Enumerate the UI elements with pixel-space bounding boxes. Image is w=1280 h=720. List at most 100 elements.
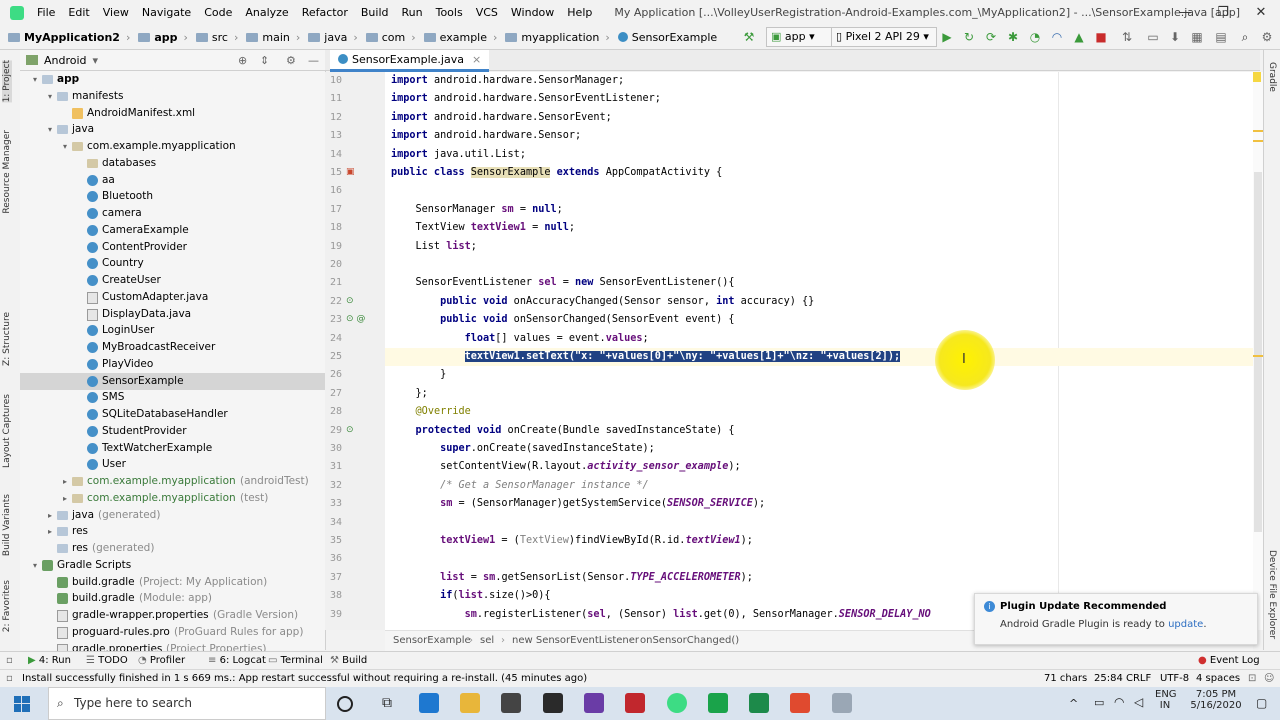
tree-item[interactable]: CreateUser	[20, 272, 325, 289]
tree-item[interactable]: SensorExample	[20, 372, 325, 390]
chevron-down-icon[interactable]: ▾	[30, 71, 40, 88]
tree-item[interactable]: aa	[20, 172, 325, 189]
code-line[interactable]: textView1 = (TextView)findViewById(R.id.…	[391, 532, 753, 550]
code-line[interactable]: List list;	[391, 238, 477, 256]
cortana-icon[interactable]	[337, 696, 353, 712]
edge-icon[interactable]	[419, 693, 439, 713]
visual-studio-icon[interactable]	[584, 693, 604, 713]
locate-icon[interactable]: ⊕	[238, 54, 247, 67]
code-line[interactable]: SensorEventListener sel = new SensorEven…	[391, 274, 735, 292]
chevron-up-icon[interactable]: ^	[1069, 697, 1078, 710]
code-line[interactable]: }	[391, 366, 446, 384]
mail-icon[interactable]	[543, 693, 563, 713]
tool-run[interactable]: ▶ 4: Run	[28, 652, 71, 670]
menu-analyze[interactable]: Analyze	[240, 0, 296, 25]
profile-icon[interactable]: ◔	[1026, 28, 1044, 46]
code-line[interactable]: textView1.setText("x: "+values[0]+"\ny: …	[391, 348, 901, 366]
stop-icon[interactable]: ■	[1092, 28, 1110, 46]
code-line[interactable]: setContentView(R.layout.activity_sensor_…	[391, 458, 741, 476]
chevron-right-icon[interactable]: ▸	[45, 507, 55, 524]
lock-icon[interactable]: ⊡	[1248, 670, 1256, 688]
code-line[interactable]: public void onAccuracyChanged(Sensor sen…	[391, 293, 814, 311]
override-icon[interactable]: ⊙	[346, 425, 354, 435]
warning-marker[interactable]	[1253, 140, 1263, 142]
status-icon[interactable]: ▫	[6, 670, 13, 688]
indent-setting[interactable]: 4 spaces	[1196, 670, 1240, 688]
rerun-icon[interactable]: ↻	[960, 28, 978, 46]
file-explorer-icon[interactable]	[460, 693, 480, 713]
breadcrumb-src[interactable]: src ›	[188, 31, 238, 44]
hide-icon[interactable]: —	[308, 54, 319, 67]
apply-changes-icon[interactable]: ⟳	[982, 28, 1000, 46]
file-encoding[interactable]: UTF-8	[1160, 670, 1189, 688]
breadcrumb-sensorexample[interactable]: SensorExample	[610, 31, 717, 44]
close-button[interactable]: ✕	[1242, 0, 1280, 25]
override-icon[interactable]: ⊙ @	[346, 314, 365, 324]
breadcrumb-field[interactable]: sel	[480, 631, 494, 651]
code-line[interactable]: @Override	[391, 403, 471, 421]
warning-marker[interactable]	[1253, 130, 1263, 132]
chevron-right-icon[interactable]: ▸	[60, 473, 70, 490]
breadcrumb-java[interactable]: java ›	[300, 31, 358, 44]
tab-device-file-explorer[interactable]: Device File Explorer	[1267, 550, 1277, 639]
menu-build[interactable]: Build	[356, 0, 397, 25]
recorder-icon[interactable]	[790, 693, 810, 713]
inspection-indicator[interactable]	[1253, 72, 1261, 82]
store-icon[interactable]	[501, 693, 521, 713]
tree-item[interactable]: PlayVideo	[20, 356, 325, 373]
tool-build[interactable]: ⚒ Build	[330, 652, 367, 670]
tool-profiler[interactable]: ◔ Profiler	[138, 652, 185, 670]
menu-code[interactable]: Code	[199, 0, 240, 25]
code-line[interactable]: import android.hardware.SensorManager;	[391, 72, 624, 90]
code-line[interactable]: sm = (SensorManager)getSystemService(SEN…	[391, 495, 765, 513]
tree-item[interactable]: ▸ java (generated)	[20, 507, 325, 524]
chevron-down-icon[interactable]: ▾	[93, 54, 99, 67]
chevron-right-icon[interactable]: ▸	[45, 523, 55, 540]
tree-item[interactable]: CustomAdapter.java	[20, 289, 325, 306]
tree-item[interactable]: DisplayData.java	[20, 306, 325, 323]
code-line[interactable]: import java.util.List;	[391, 146, 526, 164]
app-icon[interactable]	[832, 693, 852, 713]
tree-item[interactable]: User	[20, 456, 325, 473]
breadcrumb-example[interactable]: example ›	[416, 31, 497, 44]
code-line[interactable]: import android.hardware.Sensor;	[391, 127, 581, 145]
device-select[interactable]: ▯ Pixel 2 API 29 ▾	[831, 27, 937, 47]
inspector-icon[interactable]: ☺	[1264, 670, 1274, 688]
class-marker-icon[interactable]: ▣	[346, 167, 355, 177]
chevron-down-icon[interactable]: ▾	[30, 557, 40, 574]
minimize-button[interactable]: —	[1166, 0, 1204, 25]
coverage-icon[interactable]: ▲	[1070, 28, 1088, 46]
wifi-icon[interactable]: ◠	[1114, 695, 1124, 709]
attach-debugger-icon[interactable]: ◠	[1048, 28, 1066, 46]
tree-item[interactable]: ▾ manifests	[20, 88, 325, 105]
tree-item[interactable]: AndroidManifest.xml	[20, 105, 325, 122]
tree-item[interactable]: LoginUser	[20, 322, 325, 339]
search-icon[interactable]: ⌕	[1236, 28, 1254, 46]
run-config-select[interactable]: ▣ app ▾	[766, 27, 832, 47]
tree-item[interactable]: Country	[20, 255, 325, 272]
tab-favorites[interactable]: 2: Favorites	[2, 580, 12, 632]
tree-item[interactable]: ▸ res	[20, 523, 325, 540]
tree-item[interactable]: Bluetooth	[20, 188, 325, 205]
code-line[interactable]: public void onSensorChanged(SensorEvent …	[391, 311, 734, 329]
tree-item[interactable]: ContentProvider	[20, 239, 325, 256]
editor-scrollbar[interactable]	[1253, 72, 1263, 630]
notifications-icon[interactable]: ▢	[1256, 696, 1267, 710]
tab-gradle[interactable]: Gradle	[1267, 62, 1277, 92]
code-line[interactable]: list = sm.getSensorList(Sensor.TYPE_ACCE…	[391, 569, 753, 587]
input-language[interactable]: ENG IN	[1155, 689, 1177, 711]
code-line[interactable]: TextView textView1 = null;	[391, 219, 576, 237]
code-line[interactable]: float[] values = event.values;	[391, 330, 649, 348]
tree-item[interactable]: ▸ com.example.myapplication (test)	[20, 490, 325, 507]
tree-item[interactable]: ▾ app	[20, 71, 325, 88]
line-separator[interactable]: CRLF	[1126, 670, 1151, 688]
chevron-down-icon[interactable]: ▾	[45, 88, 55, 105]
volume-icon[interactable]: ◁	[1134, 695, 1143, 709]
camtasia-icon[interactable]	[708, 693, 728, 713]
structure-icon[interactable]: ▤	[1212, 28, 1230, 46]
plugin-update-notification[interactable]: i Plugin Update Recommended Android Grad…	[974, 593, 1258, 645]
tree-item[interactable]: gradle-wrapper.properties (Gradle Version…	[20, 607, 325, 624]
tree-item[interactable]: res (generated)	[20, 540, 325, 557]
debug-icon[interactable]: ✱	[1004, 28, 1022, 46]
acrobat-icon[interactable]	[625, 693, 645, 713]
